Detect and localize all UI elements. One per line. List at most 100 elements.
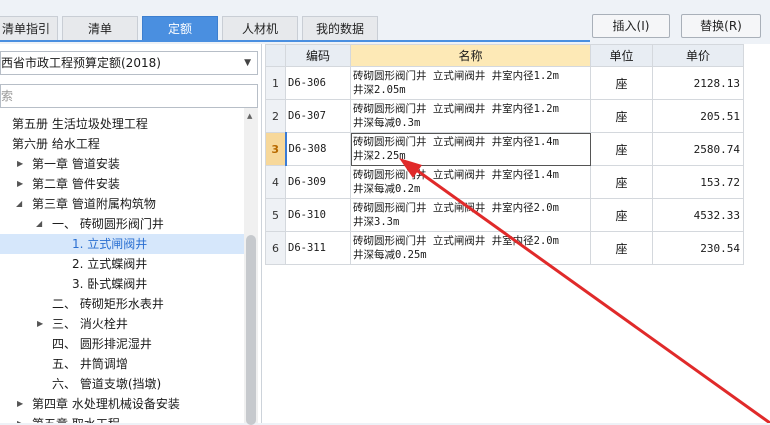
row-unit[interactable]: 座	[590, 99, 653, 133]
row-name-line2: 井深3.3m	[353, 216, 400, 228]
chevron-down-icon[interactable]: ▼	[244, 52, 251, 74]
row-price[interactable]: 2128.13	[652, 66, 744, 100]
row-price[interactable]: 205.51	[652, 99, 744, 133]
row-index: 3	[265, 132, 286, 166]
row-name-line1: 砖砌圆形阀门井 立式闸阀井 井室内径2.0m	[353, 235, 559, 247]
search-placeholder: 搜索	[1, 89, 14, 103]
row-code[interactable]: D6-308	[284, 132, 351, 166]
tree-item[interactable]: ▶ 第五章 取水工程	[0, 414, 244, 423]
tree-item[interactable]: 二、 砖砌矩形水表井	[0, 294, 244, 314]
tree-item[interactable]: 第六册 给水工程	[0, 134, 244, 154]
row-index: 5	[265, 198, 286, 232]
tab-list-guide[interactable]: 清单指引	[0, 16, 58, 40]
row-name-line2: 井深每减0.3m	[353, 117, 421, 129]
table-row[interactable]: 6 D6-311 砖砌圆形阀门井 立式闸阀井 井室内径2.0m 井深每减0.25m…	[265, 231, 744, 265]
row-unit[interactable]: 座	[590, 132, 653, 166]
left-panel: 山西省市政工程预算定额(2018) ▼ 搜索 第五册 生活垃圾处理工程 第六册 …	[0, 44, 262, 425]
expand-arrow-icon[interactable]: ▶	[37, 314, 43, 334]
search-input[interactable]: 搜索	[0, 84, 258, 108]
row-name-line1: 砖砌圆形阀门井 立式闸阀井 井室内径1.4m	[353, 136, 559, 148]
table-header-row: 编码 名称 单位 单价	[265, 44, 744, 67]
tree-item-label: 第五章 取水工程	[32, 414, 120, 423]
tree-scrollbar[interactable]: ▲	[244, 108, 258, 425]
library-select-value: 山西省市政工程预算定额(2018)	[0, 56, 161, 70]
tree-item[interactable]: 2. 立式蝶阀井	[0, 254, 244, 274]
tree-item[interactable]: ▶ 第二章 管件安装	[0, 174, 244, 194]
table-row-current[interactable]: 3 D6-308 砖砌圆形阀门井 立式闸阀井 井室内径1.4m 井深2.25m 座…	[265, 132, 744, 166]
tree-item[interactable]: ◢ 一、 砖砌圆形阀门井	[0, 214, 244, 234]
tree-item[interactable]: ▶ 第四章 水处理机械设备安装	[0, 394, 244, 414]
row-unit[interactable]: 座	[590, 66, 653, 100]
row-code[interactable]: D6-311	[285, 231, 351, 265]
tree-item[interactable]: ◢ 第三章 管道附属构筑物	[0, 194, 244, 214]
tab-my-data[interactable]: 我的数据	[302, 16, 378, 40]
row-name[interactable]: 砖砌圆形阀门井 立式闸阀井 井室内径2.0m 井深3.3m	[350, 198, 591, 232]
tree-item-label: 三、 消火栓井	[52, 317, 128, 331]
row-code[interactable]: D6-307	[285, 99, 351, 133]
row-name-line1: 砖砌圆形阀门井 立式闸阀井 井室内径1.2m	[353, 103, 559, 115]
code-header[interactable]: 编码	[285, 44, 351, 67]
row-index: 4	[265, 165, 286, 199]
tree-item-label: 二、 砖砌矩形水表井	[52, 297, 164, 311]
index-header	[265, 44, 286, 67]
quota-table: 编码 名称 单位 单价 1 D6-306 砖砌圆形阀门井 立式闸阀井 井室内径1…	[265, 44, 744, 265]
row-name-line1: 砖砌圆形阀门井 立式闸阀井 井室内径1.2m	[353, 70, 559, 82]
price-header[interactable]: 单价	[652, 44, 744, 67]
tab-materials[interactable]: 人材机	[222, 16, 298, 40]
table-row[interactable]: 1 D6-306 砖砌圆形阀门井 立式闸阀井 井室内径1.2m 井深2.05m 座…	[265, 66, 744, 100]
row-name[interactable]: 砖砌圆形阀门井 立式闸阀井 井室内径2.0m 井深每减0.25m	[350, 231, 591, 265]
row-name-line2: 井深2.25m	[353, 150, 406, 162]
expand-arrow-icon[interactable]: ▶	[17, 414, 23, 423]
tree-item-label: 2. 立式蝶阀井	[72, 257, 148, 271]
expand-arrow-icon[interactable]: ▶	[17, 394, 23, 414]
tree-item-label: 第五册 生活垃圾处理工程	[12, 117, 148, 131]
row-name[interactable]: 砖砌圆形阀门井 立式闸阀井 井室内径1.4m 井深2.25m	[350, 132, 591, 166]
replace-button[interactable]: 替换(R)	[681, 14, 761, 38]
tab-underline	[0, 40, 590, 42]
row-price[interactable]: 230.54	[652, 231, 744, 265]
tree-item[interactable]: ▶ 第一章 管道安装	[0, 154, 244, 174]
table-row[interactable]: 5 D6-310 砖砌圆形阀门井 立式闸阀井 井室内径2.0m 井深3.3m 座 …	[265, 198, 744, 232]
library-select[interactable]: 山西省市政工程预算定额(2018) ▼	[0, 51, 258, 75]
row-name-line2: 井深每减0.25m	[353, 249, 427, 261]
tree-item-label: 六、 管道支墩(挡墩)	[52, 377, 162, 391]
unit-header[interactable]: 单位	[590, 44, 653, 67]
chapter-tree: 第五册 生活垃圾处理工程 第六册 给水工程 ▶ 第一章 管道安装 ▶ 第二章 管…	[0, 114, 244, 423]
tree-item[interactable]: ▶ 三、 消火栓井	[0, 314, 244, 334]
row-price[interactable]: 2580.74	[652, 132, 744, 166]
name-header[interactable]: 名称	[350, 44, 591, 67]
insert-button[interactable]: 插入(I)	[592, 14, 670, 38]
tab-quota[interactable]: 定额	[142, 16, 218, 40]
row-name[interactable]: 砖砌圆形阀门井 立式闸阀井 井室内径1.4m 井深每减0.2m	[350, 165, 591, 199]
row-name-line1: 砖砌圆形阀门井 立式闸阀井 井室内径1.4m	[353, 169, 559, 181]
expand-arrow-icon[interactable]: ▶	[17, 174, 23, 194]
expand-arrow-icon[interactable]: ▶	[17, 154, 23, 174]
row-code[interactable]: D6-309	[285, 165, 351, 199]
row-price[interactable]: 4532.33	[652, 198, 744, 232]
row-code[interactable]: D6-306	[285, 66, 351, 100]
tree-item[interactable]: 六、 管道支墩(挡墩)	[0, 374, 244, 394]
row-unit[interactable]: 座	[590, 231, 653, 265]
tab-bill[interactable]: 清单	[62, 16, 138, 40]
row-unit[interactable]: 座	[590, 165, 653, 199]
tree-item[interactable]: 3. 卧式蝶阀井	[0, 274, 244, 294]
tab-bar: 清单指引 清单 定额 人材机 我的数据 插入(I) 替换(R)	[0, 0, 770, 44]
tree-item-selected[interactable]: 1. 立式闸阀井	[0, 234, 244, 254]
table-row[interactable]: 2 D6-307 砖砌圆形阀门井 立式闸阀井 井室内径1.2m 井深每减0.3m …	[265, 99, 744, 133]
tree-item[interactable]: 五、 井筒调增	[0, 354, 244, 374]
tree-item[interactable]: 四、 圆形排泥湿井	[0, 334, 244, 354]
row-name-line1: 砖砌圆形阀门井 立式闸阀井 井室内径2.0m	[353, 202, 559, 214]
scrollbar-thumb[interactable]	[246, 235, 256, 425]
quota-table-panel: 编码 名称 单位 单价 1 D6-306 砖砌圆形阀门井 立式闸阀井 井室内径1…	[262, 44, 770, 423]
row-code[interactable]: D6-310	[285, 198, 351, 232]
tree-item[interactable]: 第五册 生活垃圾处理工程	[0, 114, 244, 134]
row-unit[interactable]: 座	[590, 198, 653, 232]
row-price[interactable]: 153.72	[652, 165, 744, 199]
collapse-arrow-icon[interactable]: ◢	[36, 214, 42, 234]
row-name-line2: 井深每减0.2m	[353, 183, 421, 195]
scroll-up-icon[interactable]: ▲	[247, 112, 252, 120]
row-name[interactable]: 砖砌圆形阀门井 立式闸阀井 井室内径1.2m 井深每减0.3m	[350, 99, 591, 133]
row-name[interactable]: 砖砌圆形阀门井 立式闸阀井 井室内径1.2m 井深2.05m	[350, 66, 591, 100]
collapse-arrow-icon[interactable]: ◢	[16, 194, 22, 214]
table-row[interactable]: 4 D6-309 砖砌圆形阀门井 立式闸阀井 井室内径1.4m 井深每减0.2m …	[265, 165, 744, 199]
